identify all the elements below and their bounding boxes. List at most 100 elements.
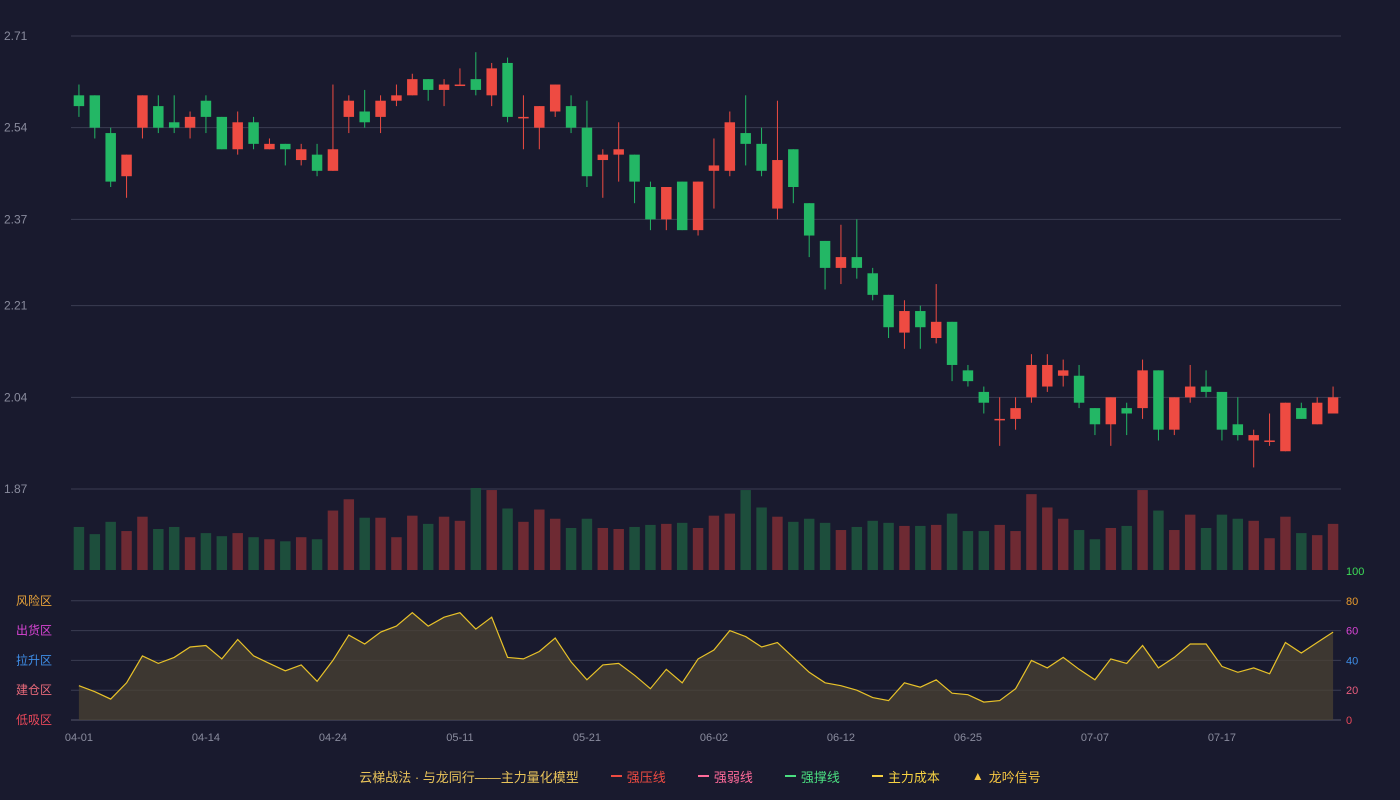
volume-bar [1264,538,1275,570]
candle-body [819,240,831,268]
volume-bar [962,531,974,570]
candle-body [534,106,545,128]
candle-body [1073,375,1085,403]
volume-bar [915,525,926,570]
candle-body [391,95,402,101]
volume-bar [137,516,148,570]
candle-body [1169,397,1180,430]
candle-body [962,370,974,382]
candle-body [1089,408,1101,425]
volume-bar [422,523,434,570]
candle-body [295,149,307,161]
volume-bar [788,521,799,570]
legend-main-cost: 主力成本 [871,767,940,786]
volume-bar [518,521,529,570]
volume-bar [121,531,132,570]
volume-bar [756,507,767,570]
grid-lines [71,35,1341,721]
candle-body [1057,370,1069,376]
volume-bar [613,529,624,570]
candle-body [629,154,640,182]
date-tick-label: 04-24 [319,732,347,744]
candles [73,52,1339,468]
candle-body [280,143,291,150]
candle-body [1248,435,1259,441]
candle-body [613,149,624,155]
candle-body [311,154,323,171]
date-tick-label: 05-21 [573,732,601,744]
volume-bar [1153,510,1164,570]
volume-bar [232,533,243,570]
volume-bar [597,527,609,570]
candle-body [772,160,783,209]
volume-bar [740,490,751,570]
volume-bar [930,524,942,570]
volume-bar [581,518,593,570]
volume-bar [1010,531,1021,570]
volume-bar [835,530,847,570]
candle-body [661,187,672,220]
candle-body [581,127,593,177]
candle-body [359,111,370,123]
date-tick-label: 05-11 [446,732,473,744]
date-tick-label: 06-12 [827,732,855,744]
zone-label: 风险区 [16,593,52,608]
volume-bar [676,522,688,570]
candle-body [248,122,259,144]
candle-body [549,84,561,112]
volume-bar [819,522,831,570]
candle-body [232,122,243,150]
indicator-tick-label: 80 [1346,596,1358,608]
volume-bar [168,526,180,570]
candle-body [1026,364,1037,398]
indicator-tick-label: 60 [1346,626,1358,638]
indicator-tick-label: 20 [1346,685,1358,697]
legend-label: 强压线 [626,769,666,785]
date-tick-label: 07-17 [1208,732,1236,744]
volume-bar [343,499,355,570]
candle-body [1200,386,1212,392]
indicator-tick-label: 0 [1346,715,1352,727]
volume-bar [153,529,164,570]
legend-dragon-signal: ▲ 龙吟信号 [972,767,1041,786]
volume-bar [1200,527,1212,570]
green-line-icon [784,775,796,777]
volume-bar [1280,516,1291,570]
candle-body [1216,391,1228,430]
footer-legend: 云梯战法 · 与龙同行——主力量化模型 强压线 强弱线 强撑线 主力成本 ▲ 龙… [0,764,1400,788]
volume-bar [184,537,196,570]
volume-bar [1169,530,1180,570]
candle-body [153,106,164,128]
candle-body [375,100,386,117]
volume-bars [73,488,1339,570]
volume-bar [946,513,958,570]
date-tick-label: 04-01 [65,732,93,744]
volume-bar [311,539,323,570]
volume-bar [89,534,101,570]
candle-body [470,79,482,90]
volume-bar [1057,518,1069,570]
candle-body [343,100,355,117]
candle-body [994,418,1005,421]
volume-bar [629,526,640,570]
triangle-icon: ▲ [971,769,984,783]
candle-body [692,181,704,231]
volume-bar [73,526,85,570]
volume-bar [391,537,402,570]
legend-label: 龙吟信号 [988,769,1041,785]
indicator-area [78,612,1334,720]
candle-body [89,95,101,128]
price-tick-label: 1.87 [4,482,28,496]
candle-body [454,84,466,87]
volume-bar [438,516,450,570]
volume-bar [216,536,228,570]
candle-body [105,133,116,182]
volume-bar [978,531,990,570]
volume-bar [1121,525,1132,570]
candle-body [645,187,656,220]
candle-body [867,273,878,295]
volume-bar [1327,523,1339,570]
legend-label: 主力成本 [887,769,940,785]
candle-body [73,95,85,107]
volume-bar [724,513,736,570]
